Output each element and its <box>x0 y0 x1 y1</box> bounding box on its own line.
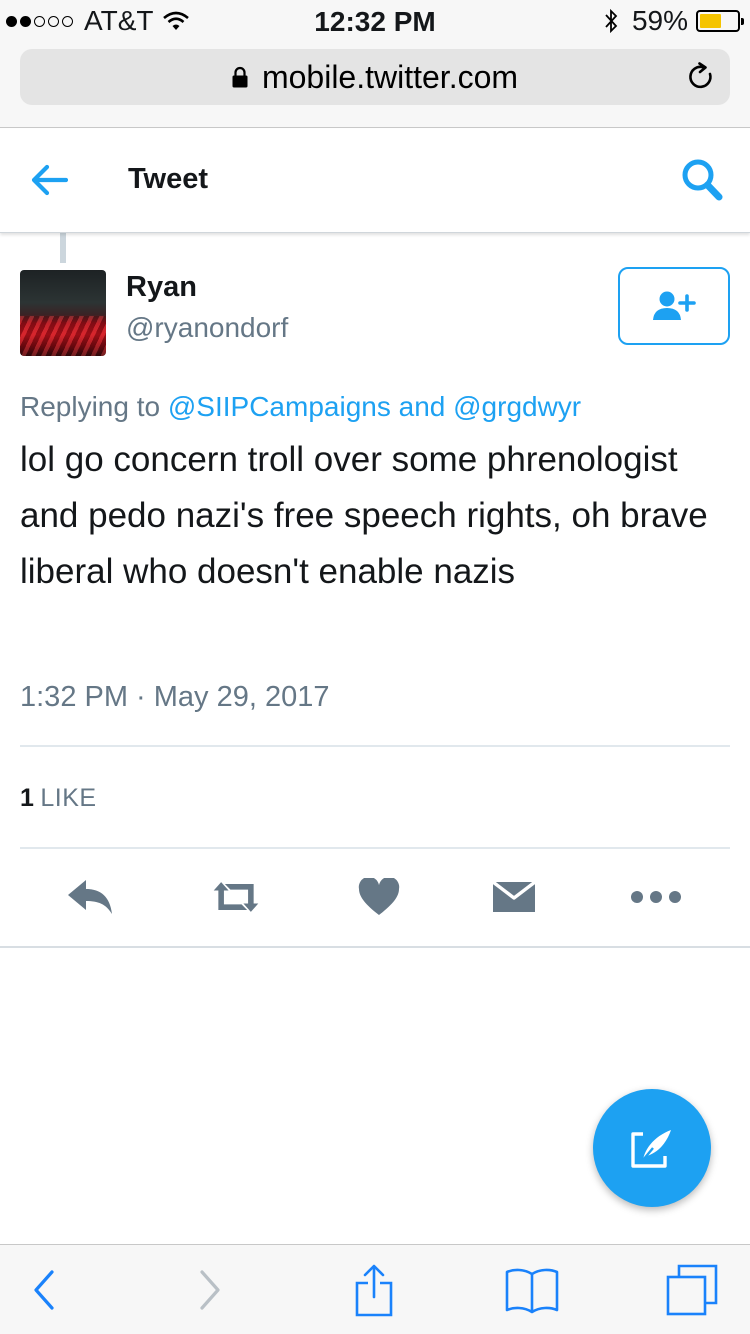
share-icon[interactable] <box>344 1263 404 1317</box>
url-display[interactable]: mobile.twitter.com <box>20 49 730 105</box>
reply-mention-link[interactable]: @grgdwyr <box>453 391 581 422</box>
status-right: 59% <box>604 5 744 36</box>
compose-tweet-button[interactable] <box>593 1089 711 1207</box>
back-icon[interactable] <box>14 1263 74 1317</box>
twitter-header: Tweet <box>0 129 750 233</box>
like-label: LIKE <box>40 784 97 812</box>
thread-connector-line <box>60 233 66 263</box>
tweet-timestamp: 1:32 PM · May 29, 2017 <box>20 681 330 713</box>
author-name[interactable]: Ryan <box>126 271 197 304</box>
add-user-icon <box>652 289 696 323</box>
section-divider <box>0 946 750 948</box>
page-title: Tweet <box>128 163 209 195</box>
url-text[interactable]: mobile.twitter.com <box>262 59 518 96</box>
tweet-text: lol go concern troll over some phrenolog… <box>20 440 708 591</box>
battery-percent: 59% <box>631 5 688 36</box>
reply-mention-link[interactable]: @SIIPCampaigns <box>168 391 391 422</box>
browser-address-area: mobile.twitter.com <box>0 40 750 128</box>
battery-level <box>700 14 722 28</box>
avatar[interactable] <box>20 270 106 356</box>
divider <box>20 745 730 747</box>
tweet-actions <box>0 872 750 922</box>
reply-prefix: Replying to <box>20 391 161 422</box>
search-icon[interactable] <box>680 157 724 203</box>
reply-icon[interactable] <box>64 872 116 922</box>
reload-icon[interactable] <box>686 62 716 92</box>
lock-icon <box>232 66 248 88</box>
forward-icon[interactable] <box>180 1263 240 1317</box>
follow-button[interactable] <box>618 267 730 345</box>
author-handle[interactable]: @ryanondorf <box>126 312 288 344</box>
more-options-icon[interactable] <box>630 872 682 922</box>
like-heart-icon[interactable] <box>353 872 405 922</box>
retweet-icon[interactable] <box>210 872 262 922</box>
direct-message-icon[interactable] <box>488 872 540 922</box>
compose-tweet-icon <box>629 1126 675 1170</box>
like-count: 1 <box>20 784 35 812</box>
likes-stat[interactable]: 1 LIKE <box>20 784 97 813</box>
bluetooth-icon <box>604 8 618 34</box>
status-bar: AT&T 12:32 PM 59% <box>0 0 750 40</box>
back-arrow-icon[interactable] <box>30 163 69 197</box>
reply-and-link[interactable]: and <box>399 391 446 422</box>
reply-context: Replying to @SIIPCampaigns and @grgdwyr <box>20 391 581 423</box>
tabs-icon[interactable] <box>662 1263 722 1317</box>
address-bar[interactable]: mobile.twitter.com <box>20 49 730 105</box>
divider <box>20 847 730 849</box>
browser-toolbar <box>0 1244 750 1334</box>
bookmarks-icon[interactable] <box>502 1263 562 1317</box>
battery-icon <box>696 10 744 32</box>
